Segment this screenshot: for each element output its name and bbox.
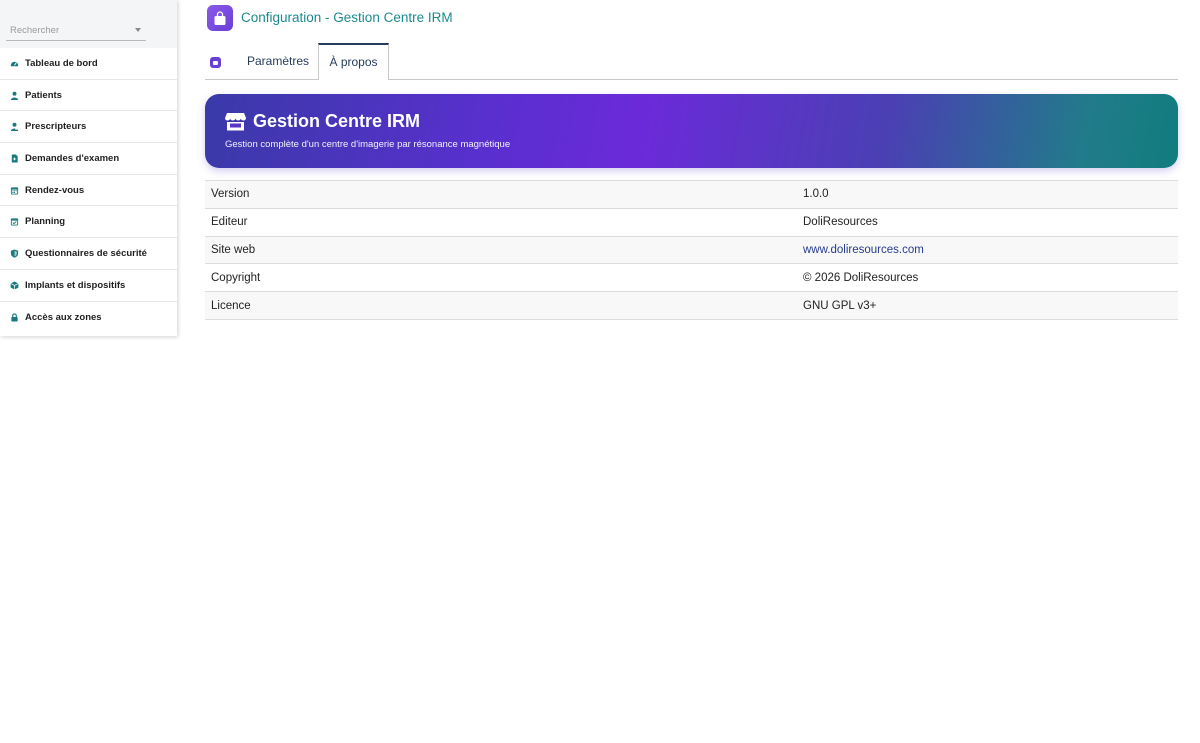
tab-bar: Paramètres À propos — [205, 43, 1178, 80]
sidebar-header: Rechercher — [0, 0, 177, 48]
module-tab-icon — [210, 57, 221, 68]
info-value: 1.0.0 — [803, 188, 829, 201]
info-value: © 2026 DoliResources — [803, 271, 919, 284]
sidebar-item-label: Accès aux zones — [25, 311, 102, 323]
info-key: Editeur — [211, 216, 248, 229]
chevron-down-icon[interactable] — [135, 28, 141, 32]
sidebar-item-label: Questionnaires de sécurité — [25, 247, 147, 259]
info-key: Copyright — [211, 271, 261, 284]
sidebar-item-label: Planning — [25, 216, 66, 228]
table-row: Licence GNU GPL v3+ — [205, 291, 1178, 320]
sidebar-item-label: Demandes d'examen — [25, 152, 120, 164]
cube-icon — [10, 281, 19, 290]
info-value: DoliResources — [803, 216, 878, 229]
sidebar-item-label: Patients — [25, 89, 62, 101]
tab-a-propos[interactable]: À propos — [318, 43, 389, 80]
sidebar-menu: Tableau de bord Patients Prescripteurs D… — [0, 48, 177, 333]
lock-icon — [10, 313, 19, 322]
sidebar-item-questionnaires-securite[interactable]: Questionnaires de sécurité — [0, 238, 177, 270]
info-key: Version — [211, 188, 250, 201]
sidebar-item-rendez-vous[interactable]: Rendez-vous — [0, 175, 177, 207]
module-info-table: Version 1.0.0 Editeur DoliResources Site… — [205, 180, 1178, 320]
dashboard-icon — [10, 59, 19, 68]
file-medical-icon — [10, 154, 19, 163]
tab-parametres[interactable]: Paramètres — [234, 43, 322, 80]
info-value: GNU GPL v3+ — [803, 299, 877, 312]
shopping-bag-icon — [214, 10, 226, 25]
sidebar-item-patients[interactable]: Patients — [0, 80, 177, 112]
sidebar-item-tableau-de-bord[interactable]: Tableau de bord — [0, 48, 177, 80]
user-doctor-icon — [10, 122, 19, 132]
info-key: Licence — [211, 299, 251, 312]
table-row: Site web www.doliresources.com — [205, 236, 1178, 264]
sidebar: Rechercher Tableau de bord Patients Pres… — [0, 0, 177, 336]
sidebar-item-demandes-examen[interactable]: Demandes d'examen — [0, 143, 177, 175]
sidebar-item-label: Implants et dispositifs — [25, 279, 126, 291]
module-icon — [207, 5, 233, 31]
table-row: Version 1.0.0 — [205, 180, 1178, 209]
banner-title: Gestion Centre IRM — [253, 111, 421, 131]
sidebar-item-planning[interactable]: Planning — [0, 206, 177, 239]
module-banner: Gestion Centre IRM Gestion complète d'un… — [205, 94, 1178, 168]
sidebar-item-implants-dispositifs[interactable]: Implants et dispositifs — [0, 270, 177, 302]
sidebar-item-prescripteurs[interactable]: Prescripteurs — [0, 111, 177, 144]
sidebar-item-acces-zones[interactable]: Accès aux zones — [0, 302, 177, 334]
info-value-cell: www.doliresources.com — [803, 236, 1178, 264]
search-placeholder: Rechercher — [10, 25, 60, 36]
calendar-icon — [10, 186, 19, 195]
user-icon — [10, 91, 19, 100]
calendar-check-icon — [10, 217, 19, 226]
website-link[interactable]: www.doliresources.com — [803, 244, 924, 256]
sidebar-item-label: Prescripteurs — [25, 121, 87, 133]
info-key: Site web — [211, 243, 256, 256]
sidebar-item-label: Tableau de bord — [25, 57, 98, 69]
banner-subtitle: Gestion complète d'un centre d'imagerie … — [225, 139, 511, 150]
sidebar-item-label: Rendez-vous — [25, 184, 85, 196]
page-title: Configuration - Gestion Centre IRM — [241, 10, 453, 25]
table-row: Copyright © 2026 DoliResources — [205, 263, 1178, 292]
store-icon — [225, 113, 246, 131]
shield-icon — [10, 249, 19, 258]
table-row: Editeur DoliResources — [205, 208, 1178, 237]
search-select[interactable]: Rechercher — [6, 20, 146, 41]
